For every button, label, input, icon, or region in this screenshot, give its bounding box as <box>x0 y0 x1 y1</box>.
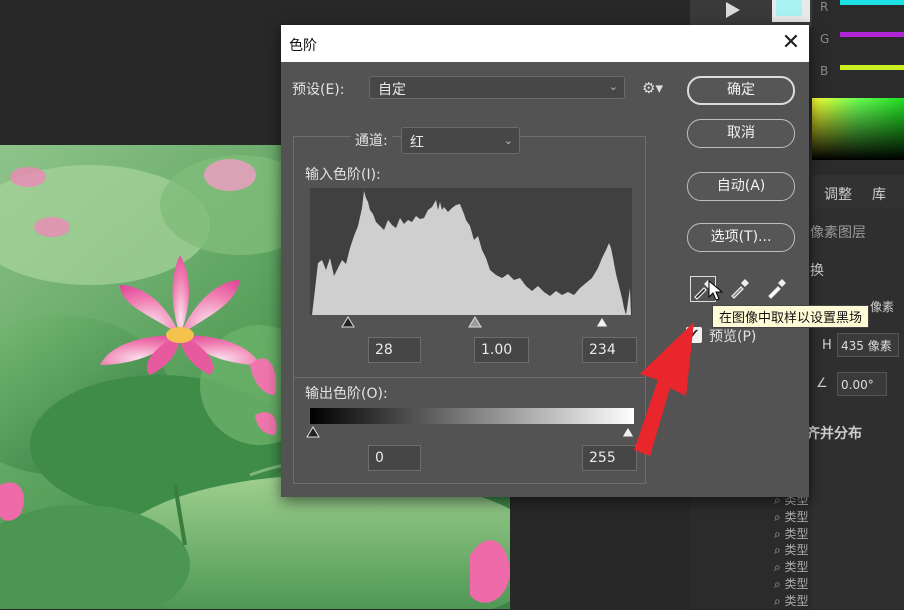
preview-label: 预览(P) <box>709 329 757 345</box>
search-icon: ⌕ <box>774 509 785 524</box>
filter-type-label: 类型 <box>784 526 809 541</box>
search-icon: ⌕ <box>774 593 785 608</box>
layer-filter-row[interactable]: ⌕ 类型 <box>774 576 904 593</box>
histogram <box>310 188 632 315</box>
search-icon: ⌕ <box>774 526 785 541</box>
preset-label: 预设(E): <box>292 82 345 98</box>
output-slider-track[interactable] <box>306 426 638 440</box>
filter-type-label: 类型 <box>784 509 809 524</box>
layer-filter-row[interactable]: ⌕ 类型 <box>774 526 904 543</box>
input-gamma-field[interactable]: 1.00 <box>474 337 529 363</box>
layer-filter-row[interactable]: ⌕ 类型 <box>774 542 904 559</box>
search-icon: ⌕ <box>774 543 785 558</box>
tab-library[interactable]: 库 <box>872 184 886 204</box>
tab-adjustments[interactable]: 调整 <box>824 184 852 204</box>
output-gradient-bar <box>310 408 634 424</box>
channel-value: 红 <box>410 135 424 151</box>
angle-icon: ∠ <box>816 376 828 391</box>
chevron-down-icon: ⌄ <box>503 134 513 147</box>
preset-value: 自定 <box>378 82 406 98</box>
input-black-field[interactable]: 28 <box>368 337 421 363</box>
pixels-label: 像素 <box>870 300 895 314</box>
chevron-down-icon: ⌄ <box>608 80 618 93</box>
align-distribute-heading: 齐并分布 <box>806 426 862 442</box>
close-icon[interactable]: ✕ <box>779 31 803 55</box>
filter-type-label: 类型 <box>784 543 809 558</box>
preset-select[interactable]: 自定 ⌄ <box>369 76 625 99</box>
output-black-field[interactable]: 0 <box>368 445 421 471</box>
eyedropper-tooltip: 在图像中取样以设置黑场 <box>712 305 870 328</box>
cancel-button[interactable]: 取消 <box>687 119 795 148</box>
height-input[interactable]: 435 像素 <box>837 333 899 357</box>
red-arrow-annotation <box>634 322 694 456</box>
search-icon: ⌕ <box>774 560 785 575</box>
layer-type-label: 像素图层 <box>810 225 866 241</box>
section-divider <box>293 377 646 378</box>
height-label: H <box>822 338 832 353</box>
ok-button[interactable]: 确定 <box>687 76 795 105</box>
output-levels-label: 输出色阶(O): <box>305 386 388 402</box>
layer-filter-row[interactable]: ⌕ 类型 <box>774 593 904 610</box>
transform-label: 换 <box>810 263 824 279</box>
input-slider-track[interactable] <box>306 316 638 330</box>
dialog-title: 色阶 <box>289 38 317 54</box>
options-button[interactable]: 选项(T)... <box>687 223 795 252</box>
channel-g-label: G <box>820 32 830 46</box>
channel-b-label: B <box>820 64 829 78</box>
filter-type-label: 类型 <box>784 576 809 591</box>
gray-eyedropper-icon[interactable] <box>728 276 754 302</box>
mouse-cursor-icon <box>708 280 724 301</box>
channel-r-label: R <box>820 0 829 14</box>
auto-button[interactable]: 自动(A) <box>687 172 795 201</box>
angle-input[interactable]: 0.00° <box>837 372 887 396</box>
dialog-titlebar[interactable]: 色阶 ✕ <box>281 25 809 62</box>
gear-icon[interactable]: ⚙▾ <box>642 79 663 97</box>
levels-dialog: 色阶 ✕ 预设(E): 自定 ⌄ ⚙▾ 通道: 红 ⌄ 输入色阶(I): 28 … <box>281 25 809 497</box>
layer-filter-row[interactable]: ⌕ 类型 <box>774 509 904 526</box>
channel-select[interactable]: 红 ⌄ <box>401 127 520 154</box>
input-levels-label: 输入色阶(I): <box>305 167 381 183</box>
layer-filter-row[interactable]: ⌕ 类型 <box>774 559 904 576</box>
channel-label: 通道: <box>351 130 392 150</box>
layer-filter-list: ⌕ 类型 ⌕ 类型 ⌕ 类型 ⌕ 类型 ⌕ 类型 ⌕ 类型 ⌕ 类型 <box>774 492 904 610</box>
filter-type-label: 类型 <box>784 593 809 608</box>
search-icon: ⌕ <box>774 576 785 591</box>
filter-type-label: 类型 <box>784 560 809 575</box>
white-eyedropper-icon[interactable] <box>765 276 791 302</box>
